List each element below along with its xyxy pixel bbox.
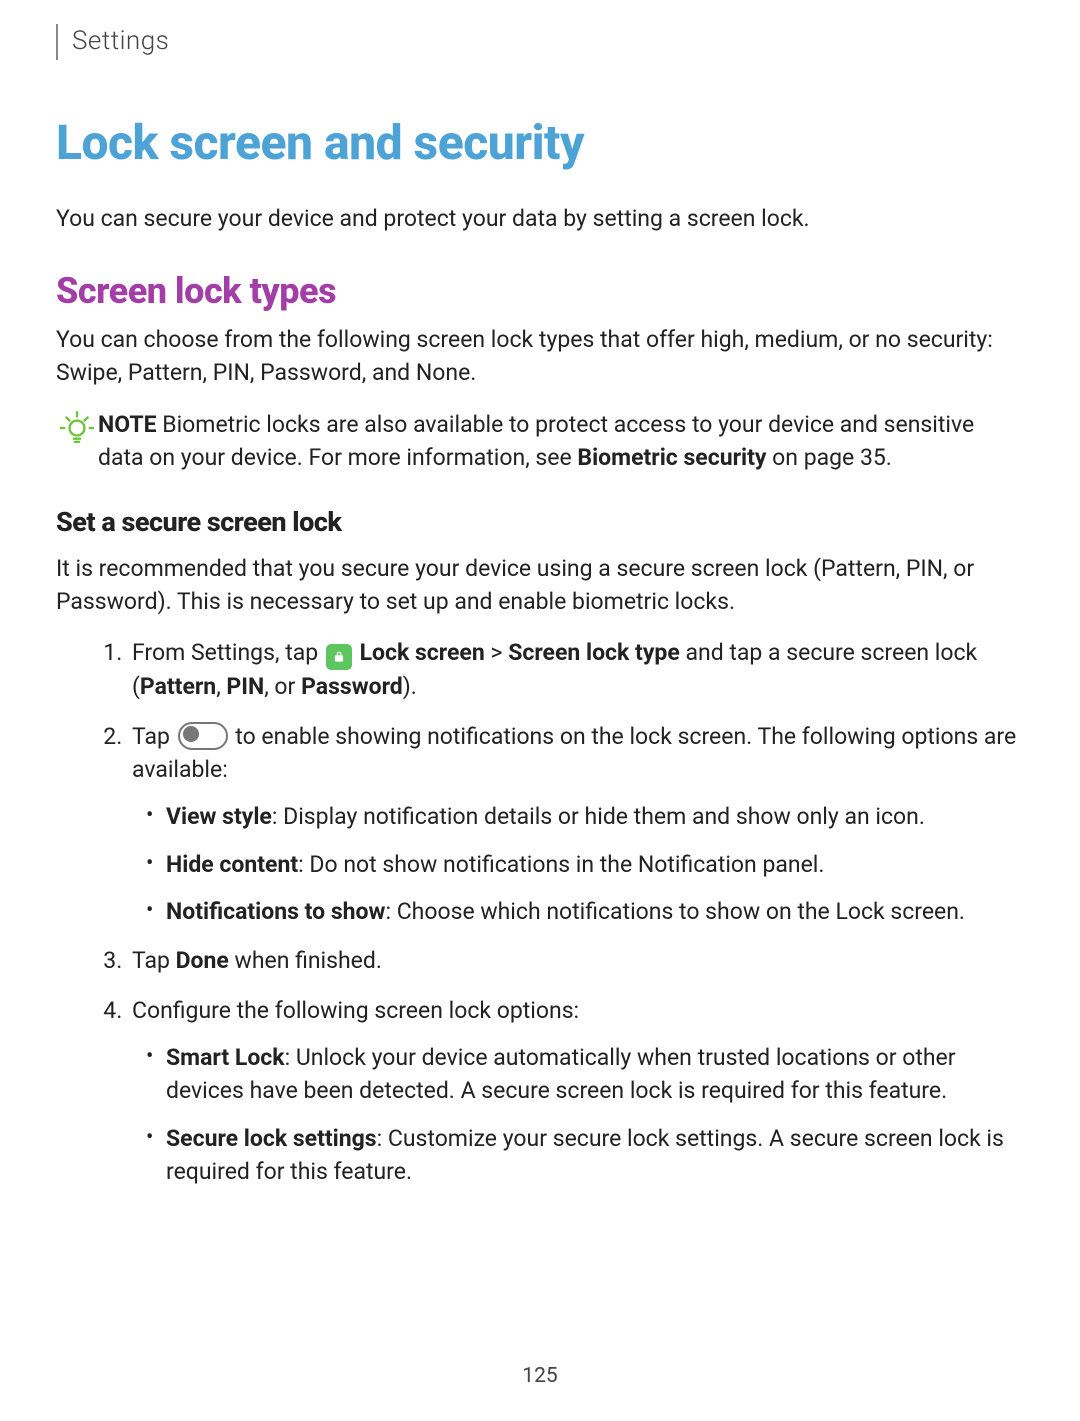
opt-desc: : Do not show notifications in the Notif… (298, 851, 824, 878)
opt-desc: : Display notification details or hide t… (272, 803, 925, 830)
note-label: NOTE (98, 411, 157, 438)
step1-i: , or (264, 673, 301, 700)
step-3: Tap Done when finished. (128, 944, 1024, 977)
opt-label: Notifications to show (166, 898, 385, 925)
step3-c: when finished. (229, 947, 382, 974)
step1-a: From Settings, tap (132, 639, 324, 666)
step4-options: Smart Lock: Unlock your device automatic… (132, 1041, 1024, 1188)
list-item: View style: Display notification details… (166, 800, 1024, 833)
breadcrumb-container: Settings (56, 24, 1024, 60)
lightbulb-icon (56, 408, 98, 444)
step1-k: ). (403, 673, 417, 700)
intro-text: You can secure your device and protect y… (56, 202, 1024, 235)
step1-screenlocktype: Screen lock type (508, 639, 680, 666)
steps-list: From Settings, tap Lock screen > Screen … (56, 636, 1024, 1188)
opt-label: View style (166, 803, 272, 830)
step2-b: to enable showing notifications on the l… (132, 723, 1016, 783)
opt-label: Smart Lock (166, 1044, 285, 1071)
step-2: Tap to enable showing notifications on t… (128, 720, 1024, 929)
section-heading: Screen lock types (56, 265, 1024, 317)
note-link[interactable]: Biometric security (577, 444, 766, 471)
note-text: NOTE Biometric locks are also available … (98, 408, 1024, 475)
list-item: Notifications to show: Choose which noti… (166, 895, 1024, 928)
step-1: From Settings, tap Lock screen > Screen … (128, 636, 1024, 703)
step1-pattern: Pattern (140, 673, 216, 700)
lock-icon (326, 644, 352, 670)
step-4: Configure the following screen lock opti… (128, 994, 1024, 1189)
list-item: Hide content: Do not show notifications … (166, 848, 1024, 881)
subsection-heading: Set a secure screen lock (56, 503, 1024, 542)
section-desc: You can choose from the following screen… (56, 323, 1024, 390)
page-title: Lock screen and security (56, 108, 1024, 178)
subsection-desc: It is recommended that you secure your d… (56, 552, 1024, 619)
step3-done: Done (176, 947, 229, 974)
step2-a: Tap (132, 723, 176, 750)
list-item: Smart Lock: Unlock your device automatic… (166, 1041, 1024, 1108)
opt-label: Hide content (166, 851, 298, 878)
step4-a: Configure the following screen lock opti… (132, 997, 579, 1024)
step1-c: > (485, 639, 508, 666)
opt-label: Secure lock settings (166, 1125, 377, 1152)
step1-g: , (216, 673, 226, 700)
step2-options: View style: Display notification details… (132, 800, 1024, 928)
opt-desc: : Choose which notifications to show on … (385, 898, 965, 925)
list-item: Secure lock settings: Customize your sec… (166, 1122, 1024, 1189)
step1-lockscreen: Lock screen (354, 639, 485, 666)
step1-pin: PIN (226, 673, 264, 700)
step3-a: Tap (132, 947, 176, 974)
breadcrumb: Settings (72, 23, 169, 61)
note-part2: on page 35. (766, 444, 891, 471)
toggle-icon (178, 722, 228, 750)
opt-desc: : Unlock your device automatically when … (166, 1044, 956, 1104)
step1-password: Password (301, 673, 403, 700)
note-block: NOTE Biometric locks are also available … (56, 408, 1024, 475)
page-number: 125 (0, 1361, 1080, 1391)
